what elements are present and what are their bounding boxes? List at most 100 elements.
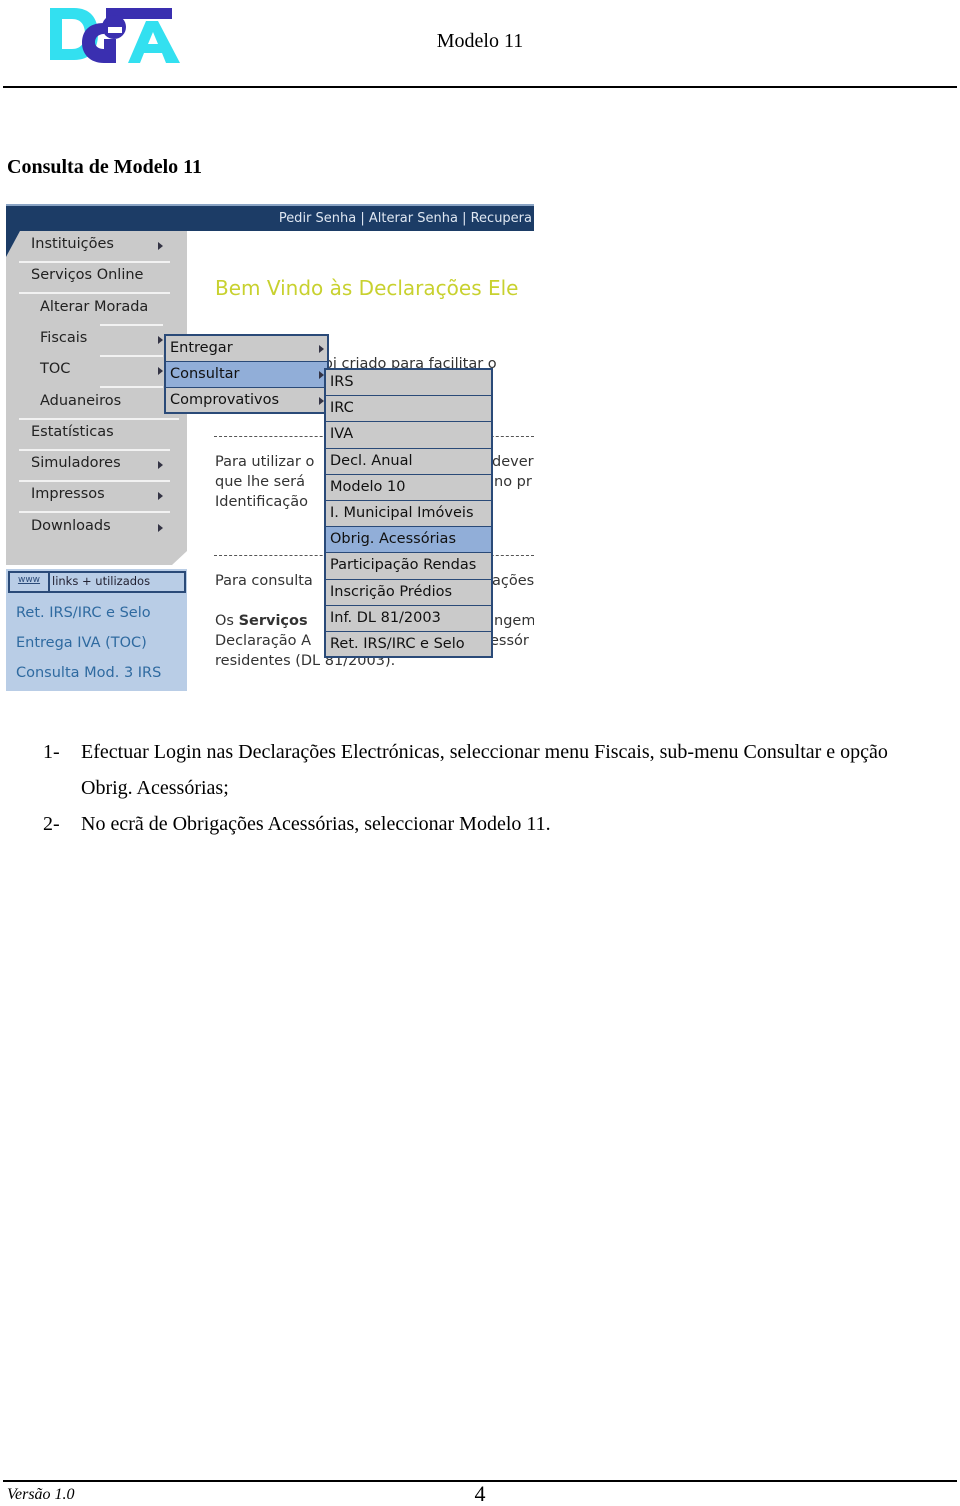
- menu-item-comprovativos[interactable]: Comprovativos: [166, 388, 327, 414]
- sidebar-item-institui-es[interactable]: Instituições: [31, 236, 114, 252]
- menu-item-obrig-acess-rias[interactable]: Obrig. Acessórias: [326, 527, 491, 554]
- sidebar-item-label: Alterar Morada: [40, 298, 149, 315]
- text-fragment: ações: [492, 573, 534, 589]
- chevron-right-icon: [158, 523, 163, 532]
- menu-item-iva[interactable]: IVA: [326, 422, 491, 449]
- menu-item-label: Obrig. Acessórias: [330, 531, 456, 548]
- chevron-right-icon: [158, 335, 163, 344]
- menu-item-participa-o-rendas[interactable]: Participação Rendas: [326, 553, 491, 580]
- sidebar-item-label: Aduaneiros: [40, 392, 122, 409]
- sidebar-item-label: Impressos: [31, 486, 105, 503]
- text-fragment: Para consulta: [215, 573, 313, 589]
- menu-item-inscri-o-pr-dios[interactable]: Inscrição Prédios: [326, 580, 491, 606]
- consultar-submenu: IRS IRC IVA Decl. Anual Modelo 10 I. Municipa…: [324, 368, 493, 659]
- header-divider: [3, 86, 957, 88]
- menu-item-label: Comprovativos: [170, 392, 280, 408]
- sidebar-item-toc[interactable]: TOC: [40, 361, 70, 377]
- text-fragment: Os Serviços: [215, 611, 308, 631]
- chevron-right-icon: [158, 367, 163, 376]
- menu-item-label: IRC: [330, 400, 354, 417]
- step-text-cont: Obrig. Acessórias;: [81, 777, 229, 799]
- menu-item-inf-dl-81-2003[interactable]: Inf. DL 81/2003: [326, 606, 491, 632]
- sidebar-item-estat-sticas[interactable]: Estatísticas: [31, 424, 114, 440]
- text-fragment: Declaração A: [215, 633, 312, 649]
- menu-item-modelo-10[interactable]: Modelo 10: [326, 475, 491, 501]
- sidebar-item-label: Serviços Online: [31, 267, 144, 284]
- chevron-right-icon: [158, 242, 163, 250]
- embedded-screenshot: Pedir Senha | Alterar Senha | Recupera w…: [6, 204, 534, 691]
- step-number: 1-: [43, 741, 60, 763]
- menu-item-label: Modelo 10: [330, 478, 406, 495]
- menu-item-label: I. Municipal Imóveis: [330, 505, 474, 521]
- chevron-right-icon: [158, 492, 163, 501]
- text-fragment: ngem: [494, 613, 534, 629]
- sidebar-item-servi-os-online[interactable]: Serviços Online: [31, 267, 143, 283]
- sidebar-item-label: Downloads: [31, 517, 111, 534]
- sidebar-item-label: Simuladores: [31, 455, 121, 472]
- www-icon[interactable]: www: [10, 573, 50, 591]
- menu-item-label: IVA: [330, 426, 354, 443]
- link-entrega-iva[interactable]: Entrega IVA (TOC): [16, 635, 147, 651]
- links-header: www links + utilizados: [8, 571, 186, 593]
- document-page: Modelo 11 Consulta de Modelo 11 Pedir Se…: [0, 0, 960, 1506]
- menu-item-label: Decl. Anual: [330, 452, 413, 469]
- sidebar-item-alterar-morada[interactable]: Alterar Morada: [40, 299, 148, 315]
- chevron-right-icon: [319, 345, 324, 353]
- text-fragment: Identificação: [215, 494, 309, 510]
- header-title: Modelo 11: [436, 30, 524, 52]
- text-bold: Serviços: [238, 613, 308, 629]
- text-fragment: Os: [215, 613, 239, 629]
- sidebar-item-label: Fiscais: [40, 329, 88, 346]
- links-box: www links + utilizados Ret. IRS/IRC e Se…: [6, 569, 187, 691]
- chevron-right-icon: [158, 461, 163, 470]
- text-fragment: Para utilizar o: [215, 454, 315, 470]
- sidebar-item-label: Instituições: [31, 236, 114, 252]
- text-fragment: essór: [490, 633, 529, 649]
- menu-item-ret-irs-irc-e-selo[interactable]: Ret. IRS/IRC e Selo: [326, 632, 491, 659]
- menu-item-label: Inf. DL 81/2003: [330, 609, 441, 626]
- menu-item-irs[interactable]: IRS: [326, 370, 491, 397]
- sidebar-divider: [19, 292, 170, 295]
- welcome-heading: Bem Vindo às Declarações Ele: [215, 276, 519, 300]
- sidebar-item-label: TOC: [40, 361, 71, 378]
- menu-item-label: Inscrição Prédios: [330, 583, 453, 600]
- links-title: links + utilizados: [52, 574, 151, 588]
- sidebar-divider: [19, 261, 170, 263]
- fiscais-submenu: Entregar Consultar Comprovativos: [164, 334, 329, 414]
- menu-item-label: Ret. IRS/IRC e Selo: [330, 636, 465, 652]
- section-title: Consulta de Modelo 11: [7, 156, 203, 178]
- sidebar-divider: [100, 323, 163, 326]
- page-number: 4: [474, 1481, 486, 1506]
- sidebar-item-label: Estatísticas: [31, 423, 114, 440]
- sidebar-item-aduaneiros[interactable]: Aduaneiros: [40, 393, 121, 409]
- step-text: Efectuar Login nas Declarações Electróni…: [81, 741, 888, 763]
- sidebar-divider: [19, 480, 170, 483]
- sidebar-item-downloads[interactable]: Downloads: [31, 518, 111, 534]
- step-text: No ecrã de Obrigações Acessórias, selecc…: [81, 813, 551, 835]
- menu-item-label: Participação Rendas: [330, 557, 477, 574]
- menu-item-label: Entregar: [170, 340, 233, 356]
- text-fragment: que lhe será: [215, 474, 305, 490]
- sidebar-divider: [100, 386, 163, 389]
- link-ret-irs[interactable]: Ret. IRS/IRC e Selo: [16, 605, 151, 621]
- text-fragment: no pr: [494, 474, 532, 490]
- sidebar-divider: [19, 448, 170, 451]
- menu-item-i-municipal-im-veis[interactable]: I. Municipal Imóveis: [326, 501, 491, 528]
- step-number: 2-: [43, 813, 60, 835]
- menu-item-label: IRS: [330, 374, 354, 390]
- menu-item-irc[interactable]: IRC: [326, 396, 491, 423]
- sidebar-item-simuladores[interactable]: Simuladores: [31, 455, 121, 471]
- menu-item-label: Consultar: [170, 366, 240, 382]
- sidebar-divider: [19, 511, 170, 514]
- menu-item-entregar[interactable]: Entregar: [166, 336, 327, 362]
- menu-item-consultar[interactable]: Consultar: [166, 362, 327, 388]
- top-links[interactable]: Pedir Senha | Alterar Senha | Recupera: [279, 211, 532, 226]
- menu-item-decl-anual[interactable]: Decl. Anual: [326, 449, 491, 475]
- sidebar-item-fiscais[interactable]: Fiscais: [40, 330, 87, 346]
- sidebar-item-impressos[interactable]: Impressos: [31, 486, 105, 502]
- top-bar: Pedir Senha | Alterar Senha | Recupera: [6, 204, 534, 231]
- sidebar-divider: [19, 417, 179, 420]
- sidebar-divider: [100, 354, 163, 357]
- text-fragment: deverá: [492, 454, 534, 470]
- link-consulta-mod3[interactable]: Consulta Mod. 3 IRS: [16, 665, 161, 681]
